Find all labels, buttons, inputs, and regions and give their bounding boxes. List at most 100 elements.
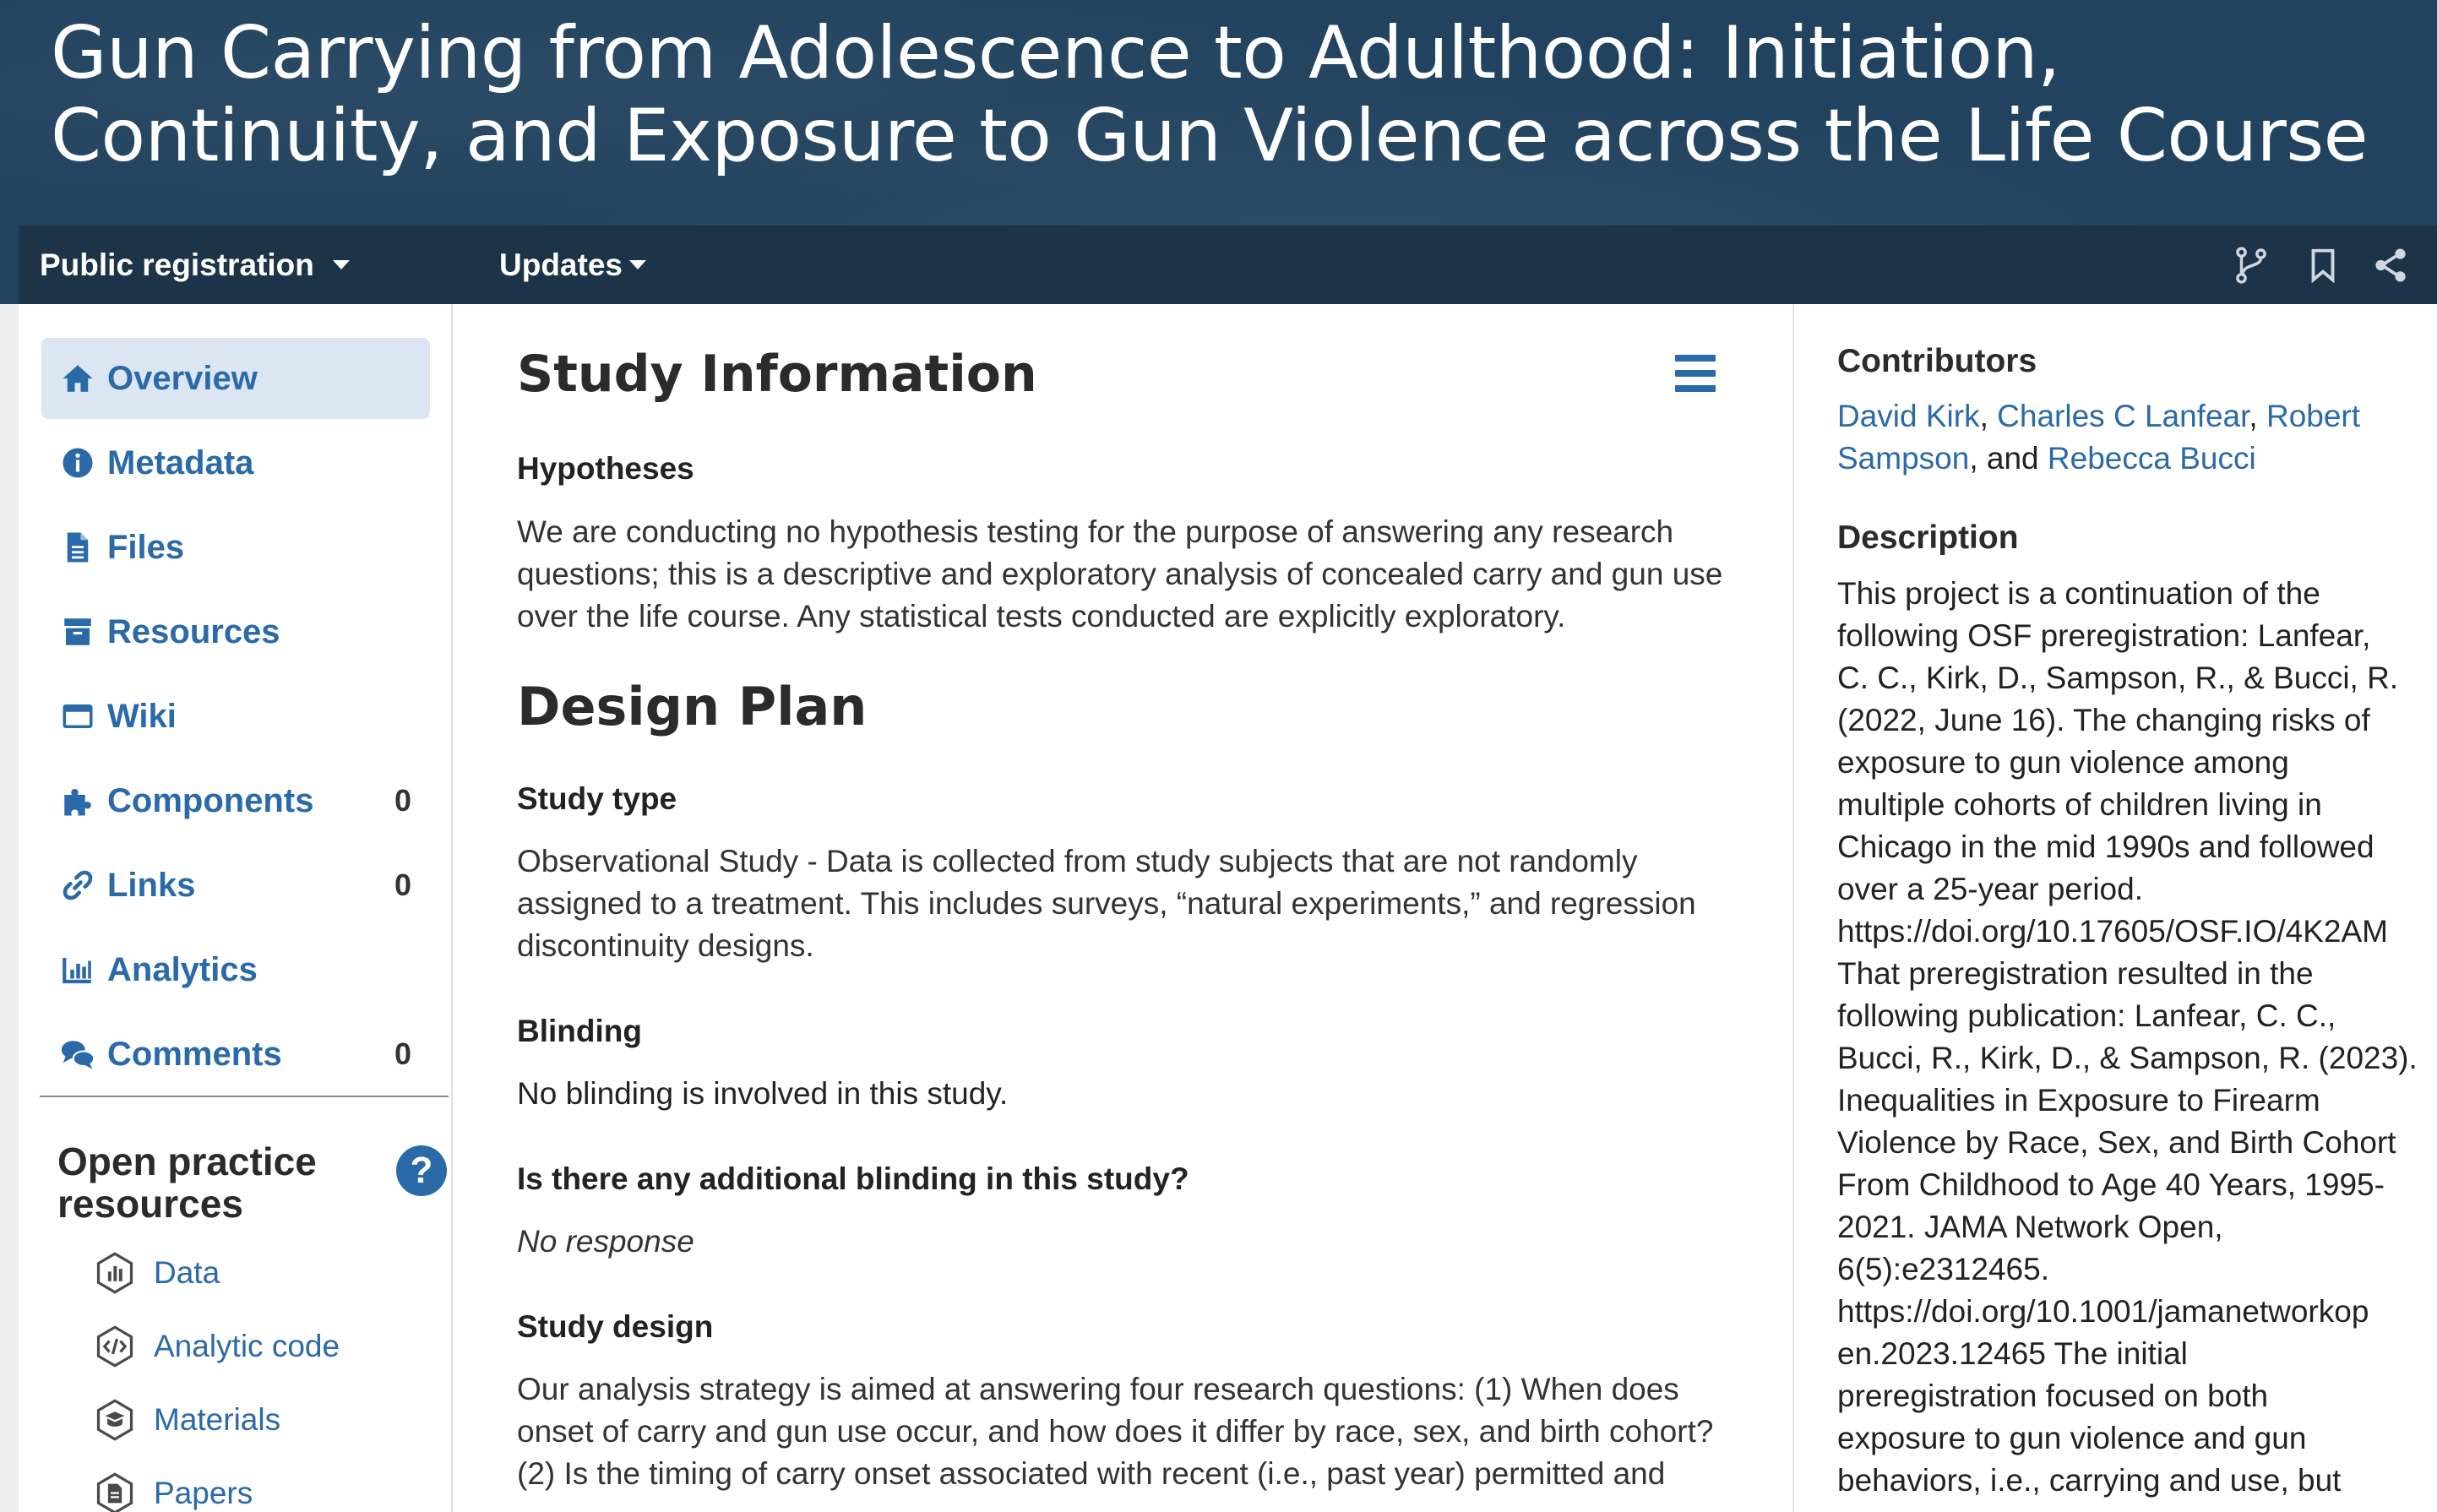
resource-analytic-code[interactable]: Analytic code [93,1321,340,1372]
contributors-list: David Kirk, Charles C Lanfear, Robert Sa… [1837,395,2412,480]
sidebar-item-wiki[interactable]: Wiki [41,676,430,757]
bar-chart-icon [63,958,91,984]
description-line: https://doi.org/10.1001/jamanetworkop [1837,1294,2369,1329]
hypotheses-text: We are conducting no hypothesis testing … [517,511,1733,638]
contributor-separator: , [2249,399,2266,433]
registration-details: Contributors David Kirk, Charles C Lanfe… [1792,304,2437,1512]
chevron-down-icon [628,260,646,269]
data-badge-icon [96,1252,133,1294]
description-line: From Childhood to Age 40 Years, 1995- [1837,1167,2385,1202]
resource-label: Papers [154,1476,253,1510]
share-icon[interactable] [2371,246,2410,285]
study-design-text: Our analysis strategy is aimed at answer… [517,1368,1733,1495]
description-line: This project is a continuation of the [1837,576,2320,611]
project-title-line2: Continuity, and Exposure to Gun Violence… [51,94,2369,178]
open-practice-title-line1: Open practice [57,1139,317,1183]
study-type-line: assigned to a treatment. This includes s… [517,886,1696,921]
registration-content: Study Information Hypotheses We are cond… [453,304,1792,1512]
description-line: Chicago in the mid 1990s and followed [1837,829,2374,864]
sidebar-item-label: Links [107,866,196,904]
puzzle-icon [64,789,91,816]
sidebar-item-label: Comments [107,1035,282,1073]
study-type-label: Study type [517,781,677,816]
contributor-link[interactable]: Charles C Lanfear [1997,399,2249,433]
study-information-heading: Study Information [517,345,1037,404]
updates-menu[interactable]: Updates [499,226,646,304]
description-text: This project is a continuation of the fo… [1837,573,2418,1502]
description-line: en.2023.12465 The initial [1837,1336,2188,1371]
design-plan-heading: Design Plan [517,676,868,737]
sidebar-item-links[interactable]: Links 0 [41,845,430,926]
wiki-icon [63,704,93,728]
sidebar-item-analytics[interactable]: Analytics [41,929,430,1010]
contributor-separator: , [1979,399,1998,433]
contributor-link[interactable]: David Kirk [1837,399,1980,433]
code-badge-icon [96,1325,133,1368]
info-icon [63,448,93,478]
updates-label: Updates [499,247,623,282]
resource-label: Data [154,1255,220,1290]
description-line: behaviors, i.e., carrying and use, but [1837,1463,2342,1498]
comments-count: 0 [394,1036,411,1071]
description-line: (2022, June 16). The changing risks of [1837,703,2370,737]
sidebar-item-metadata[interactable]: Metadata [41,422,430,503]
contributors-heading: Contributors [1837,343,2037,379]
contributor-link[interactable]: Rebecca Bucci [2048,441,2256,476]
help-icon[interactable]: ? [396,1145,447,1196]
blinding-label: Blinding [517,1014,642,1048]
menu-icon[interactable] [1675,355,1716,392]
archive-icon [64,618,91,645]
project-sidebar: Overview Metadata Files Resources Wiki C… [19,304,453,1512]
description-line: That preregistration resulted in the [1837,956,2314,991]
contributor-link[interactable]: Sampson [1837,441,1969,476]
description-line: 2021. JAMA Network Open, [1837,1210,2223,1244]
sidebar-item-components[interactable]: Components 0 [41,760,430,841]
study-type-text: Observational Study - Data is collected … [517,840,1733,967]
resource-materials[interactable]: Materials [93,1395,280,1445]
hypotheses-line: over the life course. Any statistical te… [517,599,1566,634]
sidebar-item-comments[interactable]: Comments 0 [41,1014,430,1095]
study-type-line: Observational Study - Data is collected … [517,844,1638,878]
description-line: https://doi.org/10.17605/OSF.IO/4K2AM [1837,914,2388,949]
materials-badge-icon [96,1399,133,1441]
description-heading: Description [1837,519,2019,556]
description-line: 6(5):e2312465. [1837,1252,2049,1286]
description-line: preregistration focused on both [1837,1379,2269,1413]
study-design-line: onset of carry and gun use occur, and ho… [517,1414,1714,1449]
papers-badge-icon [96,1472,133,1512]
study-design-label: Study design [517,1309,714,1344]
public-registration-menu[interactable]: Public registration [40,226,350,304]
sidebar-item-files[interactable]: Files [41,507,430,588]
hypotheses-line: questions; this is a descriptive and exp… [517,557,1723,591]
open-practice-title: Open practice resources [57,1140,362,1225]
resource-data[interactable]: Data [93,1248,220,1298]
sidebar-divider [40,1096,449,1097]
blinding-text: No blinding is involved in this study. [517,1076,1009,1111]
additional-blinding-text: No response [517,1224,694,1259]
fork-icon[interactable] [2232,246,2271,285]
study-type-line: discontinuity designs. [517,928,814,963]
additional-blinding-label: Is there any additional blinding in this… [517,1161,1189,1196]
sidebar-item-label: Overview [107,359,258,397]
chevron-down-icon [332,260,350,269]
description-line: over a 25-year period. [1837,872,2143,906]
public-registration-label: Public registration [40,247,314,282]
registration-navbar: Public registration Updates [19,226,2437,304]
study-design-line: Our analysis strategy is aimed at answer… [517,1372,1679,1406]
sidebar-item-label: Analytics [107,950,258,988]
sidebar-item-resources[interactable]: Resources [41,591,430,672]
description-line: multiple cohorts of children living in [1837,787,2322,822]
sidebar-item-label: Files [107,528,185,566]
sidebar-item-overview[interactable]: Overview [41,338,430,419]
description-line: exposure to gun violence and gun [1837,1421,2307,1455]
description-line: following OSF preregistration: Lanfear, [1837,618,2371,653]
contributor-link[interactable]: Robert [2266,399,2360,433]
description-line: Violence by Race, Sex, and Birth Cohort [1837,1125,2396,1160]
resource-papers[interactable]: Papers [93,1468,253,1512]
left-gutter [0,304,19,1512]
resource-label: Analytic code [154,1329,340,1363]
links-count: 0 [394,867,411,902]
study-design-line: (2) Is the timing of carry onset associa… [517,1456,1666,1491]
home-icon [63,365,93,392]
bookmark-icon[interactable] [2304,246,2342,285]
